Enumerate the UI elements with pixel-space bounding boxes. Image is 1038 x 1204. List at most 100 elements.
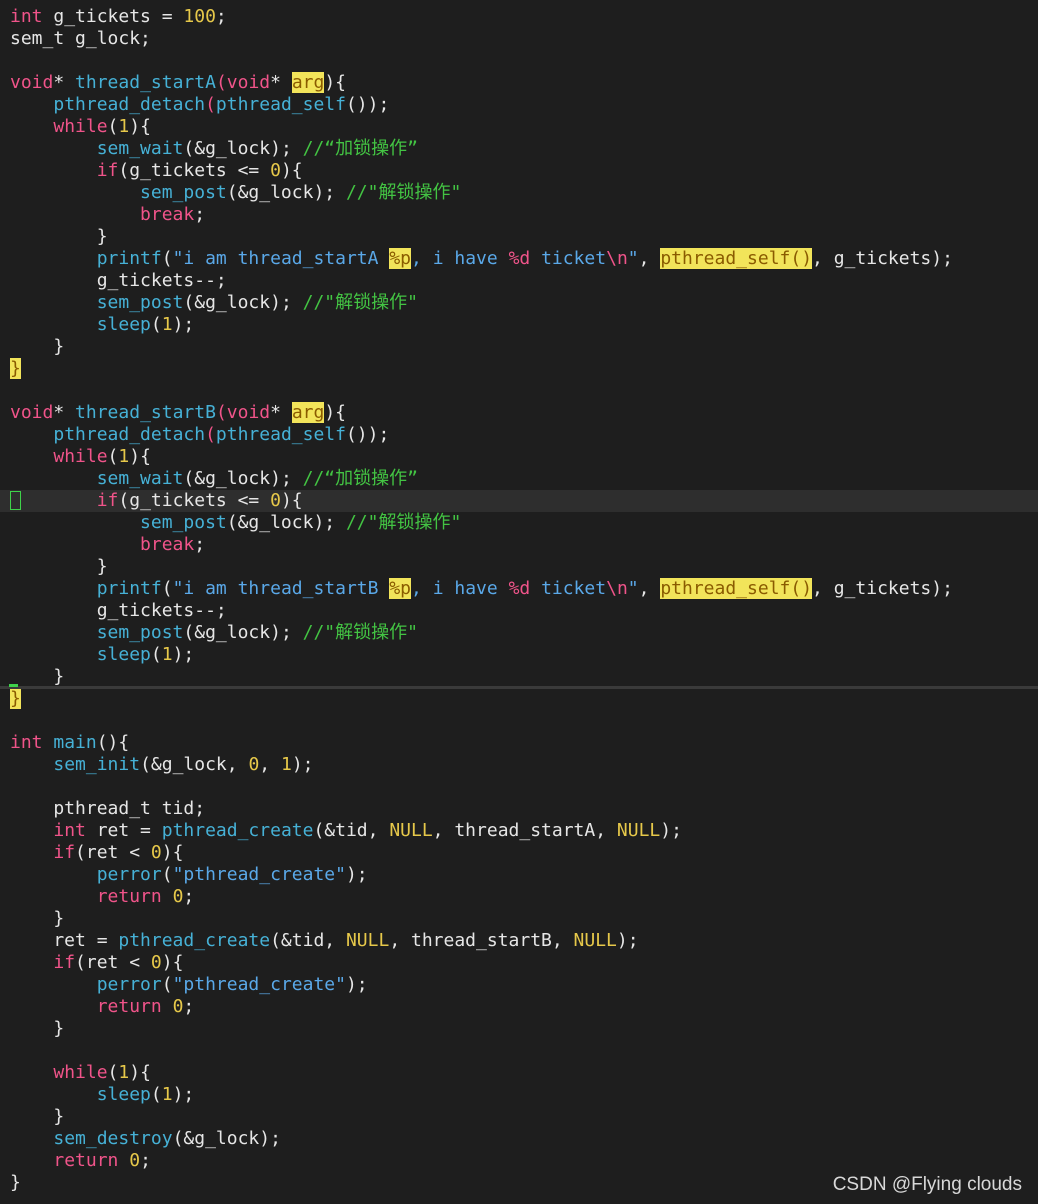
- code-line[interactable]: }: [0, 666, 1038, 688]
- code-token: \n: [606, 248, 628, 269]
- code-token: sem_wait: [96, 138, 184, 159]
- window-split-line: [0, 686, 1038, 689]
- code-line[interactable]: sem_init(&g_lock, 0, 1);: [0, 754, 1038, 776]
- code-token: (g_tickets <=: [118, 160, 271, 181]
- code-token: %d: [508, 578, 531, 599]
- code-line[interactable]: if(g_tickets <= 0){: [0, 160, 1038, 182]
- code-token: (&tid,: [313, 820, 390, 841]
- code-line[interactable]: pthread_detach(pthread_self());: [0, 94, 1038, 116]
- code-line[interactable]: while(1){: [0, 1062, 1038, 1084]
- code-token: (: [161, 864, 173, 885]
- code-line[interactable]: if(ret < 0){: [0, 842, 1038, 864]
- code-token: //"解锁操作": [302, 622, 418, 643]
- code-token: sem_post: [96, 622, 184, 643]
- code-line[interactable]: return 0;: [0, 886, 1038, 908]
- code-line[interactable]: int main(){: [0, 732, 1038, 754]
- code-token: pthread_self: [215, 424, 346, 445]
- code-line[interactable]: g_tickets--;: [0, 600, 1038, 622]
- code-line[interactable]: [0, 710, 1038, 732]
- code-line[interactable]: g_tickets--;: [0, 270, 1038, 292]
- code-line[interactable]: while(1){: [0, 446, 1038, 468]
- code-token: sem_post: [96, 292, 184, 313]
- code-line[interactable]: ret = pthread_create(&tid, NULL, thread_…: [0, 930, 1038, 952]
- code-line[interactable]: sem_post(&g_lock); //"解锁操作": [0, 512, 1038, 534]
- code-line[interactable]: break;: [0, 534, 1038, 556]
- code-token: , i have: [411, 578, 509, 599]
- code-line[interactable]: perror("pthread_create");: [0, 864, 1038, 886]
- code-token: int: [10, 6, 43, 27]
- code-line[interactable]: sem_post(&g_lock); //"解锁操作": [0, 292, 1038, 314]
- code-token: }: [10, 688, 21, 709]
- code-token: void: [226, 72, 271, 93]
- code-line[interactable]: printf("i am thread_startA %p, i have %d…: [0, 248, 1038, 270]
- code-token: 1: [161, 314, 173, 335]
- code-line[interactable]: printf("i am thread_startB %p, i have %d…: [0, 578, 1038, 600]
- code-token: 0: [248, 754, 260, 775]
- code-token: (&g_lock);: [183, 138, 303, 159]
- code-token: //“加锁操作”: [302, 138, 418, 159]
- code-line[interactable]: }: [0, 336, 1038, 358]
- code-line[interactable]: perror("pthread_create");: [0, 974, 1038, 996]
- code-token: }: [10, 1018, 65, 1039]
- code-token: arg: [291, 402, 325, 423]
- code-line[interactable]: }: [0, 688, 1038, 710]
- code-line[interactable]: int g_tickets = 100;: [0, 6, 1038, 28]
- code-line[interactable]: pthread_detach(pthread_self());: [0, 424, 1038, 446]
- code-token: (: [205, 94, 216, 115]
- code-token: , g_tickets);: [812, 248, 953, 269]
- code-line[interactable]: if(ret < 0){: [0, 952, 1038, 974]
- code-token: ,: [259, 754, 281, 775]
- code-line[interactable]: pthread_t tid;: [0, 798, 1038, 820]
- code-token: ;: [215, 6, 227, 27]
- code-line[interactable]: sem_wait(&g_lock); //“加锁操作”: [0, 468, 1038, 490]
- code-line[interactable]: }: [0, 358, 1038, 380]
- code-line[interactable]: sem_destroy(&g_lock);: [0, 1128, 1038, 1150]
- code-token: "pthread_create": [172, 974, 346, 995]
- code-line[interactable]: sleep(1);: [0, 644, 1038, 666]
- code-line[interactable]: sleep(1);: [0, 314, 1038, 336]
- code-line[interactable]: [0, 776, 1038, 798]
- code-line[interactable]: sem_wait(&g_lock); //“加锁操作”: [0, 138, 1038, 160]
- code-editor[interactable]: int g_tickets = 100; sem_t g_lock; void* t…: [0, 0, 1038, 1204]
- code-line[interactable]: if(g_tickets <= 0){: [0, 490, 1038, 512]
- code-token: ticket: [530, 248, 607, 269]
- code-line[interactable]: [0, 1040, 1038, 1062]
- code-token: (: [161, 578, 173, 599]
- code-line[interactable]: return 0;: [0, 996, 1038, 1018]
- code-token: NULL: [573, 930, 617, 951]
- code-line[interactable]: sem_post(&g_lock); //"解锁操作": [0, 622, 1038, 644]
- code-line[interactable]: [0, 380, 1038, 402]
- code-token: );: [345, 974, 368, 995]
- code-line[interactable]: }: [0, 556, 1038, 578]
- code-line[interactable]: }: [0, 226, 1038, 248]
- code-line[interactable]: }: [0, 1106, 1038, 1128]
- code-line[interactable]: void* thread_startA(void* arg){: [0, 72, 1038, 94]
- code-line[interactable]: sem_post(&g_lock); //"解锁操作": [0, 182, 1038, 204]
- code-token: sleep: [96, 644, 151, 665]
- code-line[interactable]: return 0;: [0, 1150, 1038, 1172]
- code-line[interactable]: int ret = pthread_create(&tid, NULL, thr…: [0, 820, 1038, 842]
- code-line[interactable]: break;: [0, 204, 1038, 226]
- code-token: );: [172, 314, 195, 335]
- code-line[interactable]: sleep(1);: [0, 1084, 1038, 1106]
- code-line[interactable]: }: [0, 1018, 1038, 1040]
- code-token: //"解锁操作": [302, 292, 418, 313]
- code-line[interactable]: [0, 50, 1038, 72]
- code-line[interactable]: while(1){: [0, 116, 1038, 138]
- code-line[interactable]: sem_t g_lock;: [0, 28, 1038, 50]
- code-line[interactable]: void* thread_startB(void* arg){: [0, 402, 1038, 424]
- code-token: ticket: [530, 578, 607, 599]
- code-token: (: [161, 248, 173, 269]
- code-token: (: [215, 72, 227, 93]
- code-line[interactable]: }: [0, 908, 1038, 930]
- code-token: 0: [129, 1150, 141, 1171]
- code-token: if: [96, 160, 119, 181]
- code-token: ){: [129, 116, 151, 137]
